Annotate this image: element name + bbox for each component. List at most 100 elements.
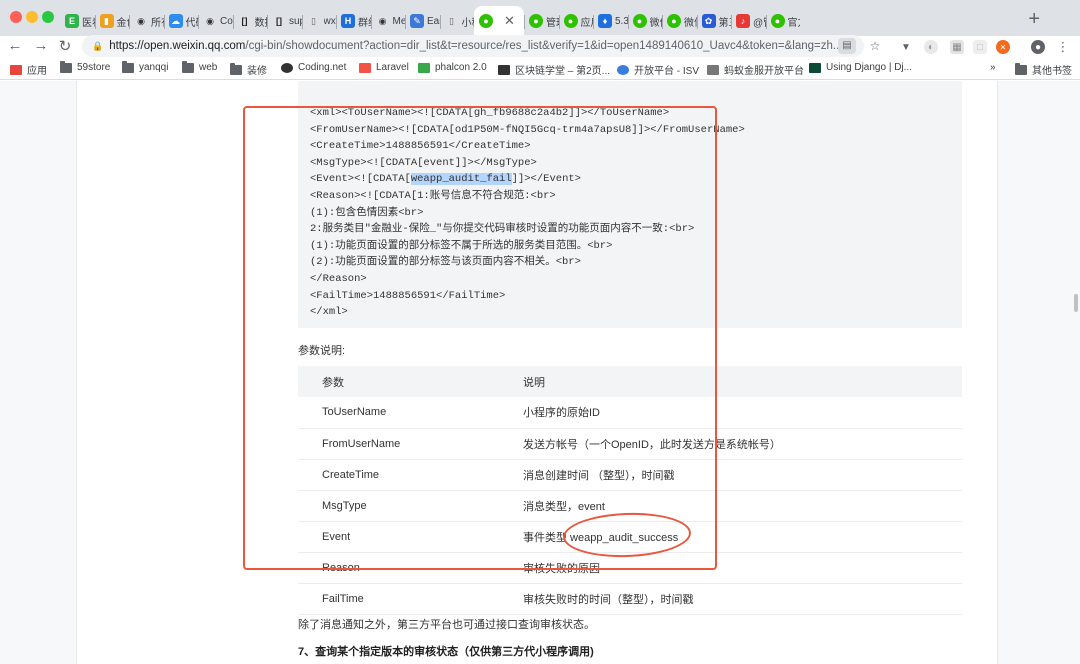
bookmark-star-icon[interactable]: ☆	[866, 39, 884, 55]
tab-16[interactable]: ●微信	[627, 8, 662, 34]
bookmark-12[interactable]: »	[990, 62, 996, 73]
bookmark-label: 其他书签	[1032, 66, 1072, 77]
github-icon: ◉	[206, 15, 214, 26]
address-bar[interactable]: 🔒 https://open.weixin.qq.com/cgi-bin/sho…	[82, 35, 864, 57]
extension-block-icon[interactable]: ✕	[996, 40, 1010, 54]
tab-12[interactable]: ● ✕	[474, 6, 524, 36]
param-name: FailTime	[298, 583, 523, 615]
block-icon	[498, 64, 510, 75]
back-button[interactable]: ←	[6, 37, 24, 54]
close-window-button[interactable]	[10, 11, 22, 23]
bookmarks-bar: 应用 59store yanqqi web 装修 Coding.net Laravel pha…	[0, 58, 1080, 80]
bookmark-2[interactable]: yanqqi	[122, 60, 168, 73]
wechat-icon: ●	[667, 14, 681, 28]
minimize-window-button[interactable]	[26, 11, 38, 23]
bookmark-0[interactable]: 应用	[10, 62, 47, 77]
bookmark-7[interactable]: phalcon 2.0	[418, 62, 487, 73]
tab-3[interactable]: ☁代码	[163, 8, 199, 34]
tab-6[interactable]: [] sup	[267, 8, 302, 34]
tab-label: 第三	[718, 17, 732, 29]
django-icon	[809, 62, 821, 73]
tab-7[interactable]: ▯ wxl	[301, 8, 337, 34]
folder-icon	[60, 60, 72, 73]
page-icon	[707, 64, 719, 75]
wechat-icon: ●	[770, 14, 785, 28]
tab-13[interactable]: ●管理	[524, 8, 559, 34]
bookmark-label: 区块链学堂 – 第2页...	[515, 66, 611, 77]
tab-19[interactable]: ♪@管	[731, 8, 766, 34]
new-tab-button[interactable]: +	[1028, 8, 1040, 31]
tab-label: wxl	[323, 15, 337, 27]
annotation-red-box	[243, 106, 717, 570]
extension-box-icon[interactable]: □	[973, 40, 987, 54]
reload-button[interactable]: ↻	[56, 37, 74, 55]
browser-toolbar: ← → ↻ 🔒 https://open.weixin.qq.com/cgi-b…	[0, 35, 1080, 58]
tab-label: Coc	[220, 15, 233, 27]
bookmark-label: 装修	[247, 66, 267, 77]
bookmark-11[interactable]: Using Django | Dj...	[809, 62, 912, 73]
forward-button[interactable]: →	[32, 37, 50, 54]
reader-mode-icon[interactable]: ▤	[838, 38, 856, 54]
easy-icon: ✎	[410, 14, 424, 28]
tab-18[interactable]: ✿第三	[696, 8, 732, 34]
extension-page-icon[interactable]: ▦	[950, 40, 964, 54]
tab-1[interactable]: ▮金色	[94, 8, 130, 34]
scrollbar-thumb[interactable]	[1074, 294, 1078, 312]
tab-label: 5.3	[615, 15, 628, 27]
phalcon-icon	[418, 62, 430, 73]
tab-label: 金色	[116, 17, 130, 29]
tab-label: 官方	[787, 17, 801, 29]
bookmark-label: Laravel	[376, 62, 409, 73]
bookmark-label: Using Django | Dj...	[826, 62, 912, 73]
tab-strip: E医看▮金色◉所有☁代码◉Coc[]数据[]sup▯wxlH群组◉Me✎Eas▯…	[0, 0, 1080, 36]
bookmark-10[interactable]: 蚂蚁金服开放平台	[707, 62, 804, 77]
tab-label: 群组	[358, 17, 371, 29]
tab-label: Eas	[427, 15, 440, 27]
tab-0[interactable]: E医看	[60, 8, 95, 34]
tab-11[interactable]: ▯ 小程	[439, 8, 474, 34]
tab-2[interactable]: ◉ 所有	[129, 8, 164, 34]
tab-17[interactable]: ●微信	[662, 8, 697, 34]
tab-20[interactable]: ●官方	[765, 8, 801, 34]
tab-label: 微信	[684, 17, 697, 29]
brackets-icon: []	[241, 16, 248, 26]
bookmark-8[interactable]: 区块链学堂 – 第2页...	[498, 62, 610, 77]
bookmark-label: Coding.net	[298, 62, 347, 73]
lock-icon: 🔒	[92, 40, 104, 51]
close-tab-icon[interactable]: ✕	[504, 13, 515, 29]
tab-10[interactable]: ✎Eas	[405, 8, 440, 34]
flame-icon: ♦	[598, 14, 612, 28]
bookmark-label: 开放平台 - ISV	[634, 66, 700, 77]
tab-9[interactable]: ◉ Me	[370, 8, 405, 34]
h-icon: H	[341, 14, 355, 28]
bookmark-13[interactable]: 其他书签	[1015, 62, 1072, 77]
tab-label: 医看	[82, 17, 95, 29]
bookmark-4[interactable]: 装修	[230, 62, 267, 77]
bookmark-6[interactable]: Laravel	[359, 62, 409, 73]
tab-list: E医看▮金色◉所有☁代码◉Coc[]数据[]sup▯wxlH群组◉Me✎Eas▯…	[60, 6, 1020, 36]
github-icon	[281, 62, 293, 73]
bookmark-3[interactable]: web	[182, 60, 217, 73]
bookmark-9[interactable]: 开放平台 - ISV	[617, 62, 699, 77]
github-icon: ◉	[378, 15, 387, 26]
profile-avatar-icon[interactable]: ●	[1031, 40, 1045, 54]
tab-label: 代码	[185, 17, 199, 29]
apps-icon	[10, 64, 22, 75]
extension-v-icon[interactable]: ▼	[899, 40, 913, 54]
tab-5[interactable]: [] 数据	[232, 8, 267, 34]
tab-4[interactable]: ◉ Coc	[198, 8, 233, 34]
tab-15[interactable]: ♦ 5.3	[593, 8, 628, 34]
bookmark-label: phalcon 2.0	[435, 62, 487, 73]
folder-icon	[182, 60, 194, 73]
section-heading: 7、查询某个指定版本的审核状态（仅供第三方代小程序调用)	[298, 646, 594, 658]
folder-icon	[122, 60, 134, 73]
bookmark-label: 应用	[27, 66, 47, 77]
url-domain: https://open.weixin.qq.com	[109, 40, 246, 52]
bookmark-1[interactable]: 59store	[60, 60, 110, 73]
tab-14[interactable]: ●应用	[558, 8, 593, 34]
extension-circle-icon[interactable]: ◐	[924, 40, 938, 54]
zoom-window-button[interactable]	[42, 11, 54, 23]
menu-kebab-icon[interactable]: ⋮	[1056, 39, 1070, 54]
tab-8[interactable]: H群组	[336, 8, 371, 34]
bookmark-5[interactable]: Coding.net	[281, 62, 346, 73]
